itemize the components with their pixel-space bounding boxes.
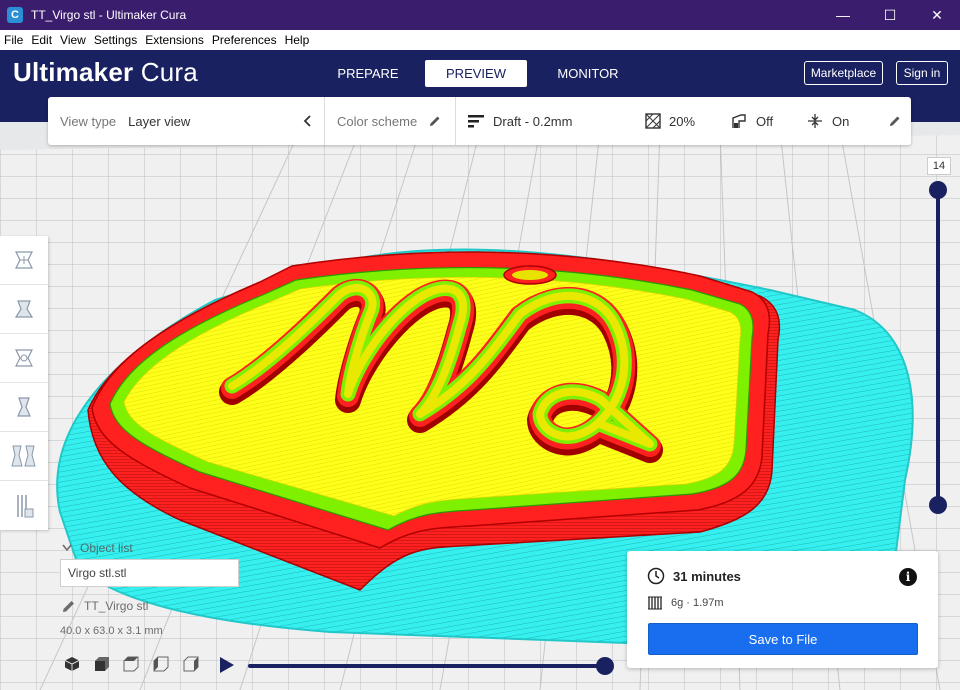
layer-slider-top-handle[interactable] [929,181,947,199]
cube-left-icon [153,656,169,672]
pencil-icon [427,113,443,129]
print-information-panel: 31 minutes i 6g · 1.97m Save to File [627,551,938,668]
view-type-value: Layer view [128,113,191,129]
tab-preview[interactable]: PREVIEW [425,60,527,87]
support-setting[interactable]: Off [731,97,773,145]
transform-tools-panel [0,236,48,530]
profile-name: Draft - 0.2mm [493,113,573,129]
view-type-label: View type [60,113,117,129]
print-profile-selector[interactable]: Draft - 0.2mm [468,97,572,145]
ultimaker-cura-logo: Ultimaker Cura [13,57,198,88]
view-type-selector[interactable]: View type Layer view [60,97,190,145]
infill-icon [645,113,661,129]
rotate-tool-button[interactable] [0,334,48,383]
clock-icon [647,567,665,585]
menu-bar: File Edit View Settings Extensions Prefe… [0,30,960,50]
simulation-path-slider[interactable] [248,664,608,668]
move-tool-icon [15,251,33,269]
color-scheme-label: Color scheme [337,113,418,129]
cube-right-icon [183,656,199,672]
menu-file[interactable]: File [0,33,27,47]
front-view-button[interactable] [93,655,111,673]
minimize-button[interactable]: — [820,0,866,30]
menu-preferences[interactable]: Preferences [208,33,281,47]
top-view-button[interactable] [122,655,140,673]
layer-slider-bottom-handle[interactable] [929,496,947,514]
window-title-bar: C TT_Virgo stl - Ultimaker Cura — ☐ ✕ [0,0,960,30]
cube-3d-icon [64,657,80,671]
menu-extensions[interactable]: Extensions [141,33,208,47]
material-usage-value: 6g · 1.97m [671,597,724,609]
simulation-slider-handle[interactable] [596,657,614,675]
object-list-toggle[interactable]: Object list [62,541,133,555]
support-value: Off [756,113,774,129]
menu-edit[interactable]: Edit [27,33,56,47]
maximize-button[interactable]: ☐ [867,0,913,30]
collapse-chevron-icon[interactable] [300,97,316,145]
pencil-icon [63,601,74,612]
object-dimensions: 40.0 x 63.0 x 3.1 mm [60,625,163,637]
support-blocker-button[interactable] [0,481,48,530]
print-time-value: 31 minutes [673,568,741,584]
play-icon [220,657,234,673]
profile-bars-icon [468,113,484,129]
view-settings-toolbar: View type Layer view Color scheme Draft … [48,97,911,145]
3d-view-button[interactable] [63,655,81,673]
cube-top-icon [123,656,139,672]
cube-front-icon [95,657,109,671]
menu-settings[interactable]: Settings [90,33,141,47]
support-blocker-icon [17,494,34,517]
marketplace-button[interactable]: Marketplace [804,61,883,85]
pencil-icon [887,113,903,129]
material-usage: 6g · 1.97m [647,595,724,611]
logo-light-text: Cura [133,57,198,87]
print-time: 31 minutes [647,567,741,585]
move-tool-button[interactable] [0,236,48,285]
toolbar-divider [324,97,325,145]
mirror-tool-button[interactable] [0,383,48,432]
logo-bold-text: Ultimaker [13,57,134,87]
save-to-file-button[interactable]: Save to File [648,623,918,655]
left-view-button[interactable] [152,655,170,673]
close-button[interactable]: ✕ [914,0,960,30]
per-model-settings-icon [11,445,36,467]
tab-monitor[interactable]: MONITOR [540,60,636,87]
adhesion-icon [807,113,823,129]
support-icon [731,113,747,129]
object-list-label: Object list [80,541,133,555]
layer-slider-track[interactable] [936,189,940,505]
scale-tool-icon [14,300,34,318]
current-layer-number[interactable]: 14 [927,157,951,175]
edit-print-settings-button[interactable] [887,97,903,145]
cura-app-icon: C [7,7,23,23]
object-name: TT_Virgo stl [84,599,149,613]
scale-tool-button[interactable] [0,285,48,334]
menu-help[interactable]: Help [281,33,314,47]
per-model-settings-button[interactable] [0,432,48,481]
window-title: TT_Virgo stl - Ultimaker Cura [31,8,187,22]
mirror-tool-icon [17,397,31,417]
spool-icon [648,596,662,610]
infill-value: 20% [669,113,696,129]
info-icon[interactable]: i [899,568,917,586]
color-scheme-selector[interactable]: Color scheme [337,97,443,145]
chevron-down-icon [62,544,72,552]
object-name-field[interactable]: TT_Virgo stl [62,599,148,613]
rotate-tool-icon [15,349,33,367]
adhesion-setting[interactable]: On [807,97,849,145]
play-simulation-button[interactable] [219,656,235,674]
menu-view[interactable]: View [56,33,90,47]
adhesion-value: On [832,113,850,129]
sign-in-button[interactable]: Sign in [896,61,948,85]
infill-setting[interactable]: 20% [645,97,695,145]
tab-prepare[interactable]: PREPARE [320,60,416,87]
right-view-button[interactable] [182,655,200,673]
toolbar-divider [455,97,456,145]
object-list-item[interactable]: Virgo stl.stl [60,559,239,587]
